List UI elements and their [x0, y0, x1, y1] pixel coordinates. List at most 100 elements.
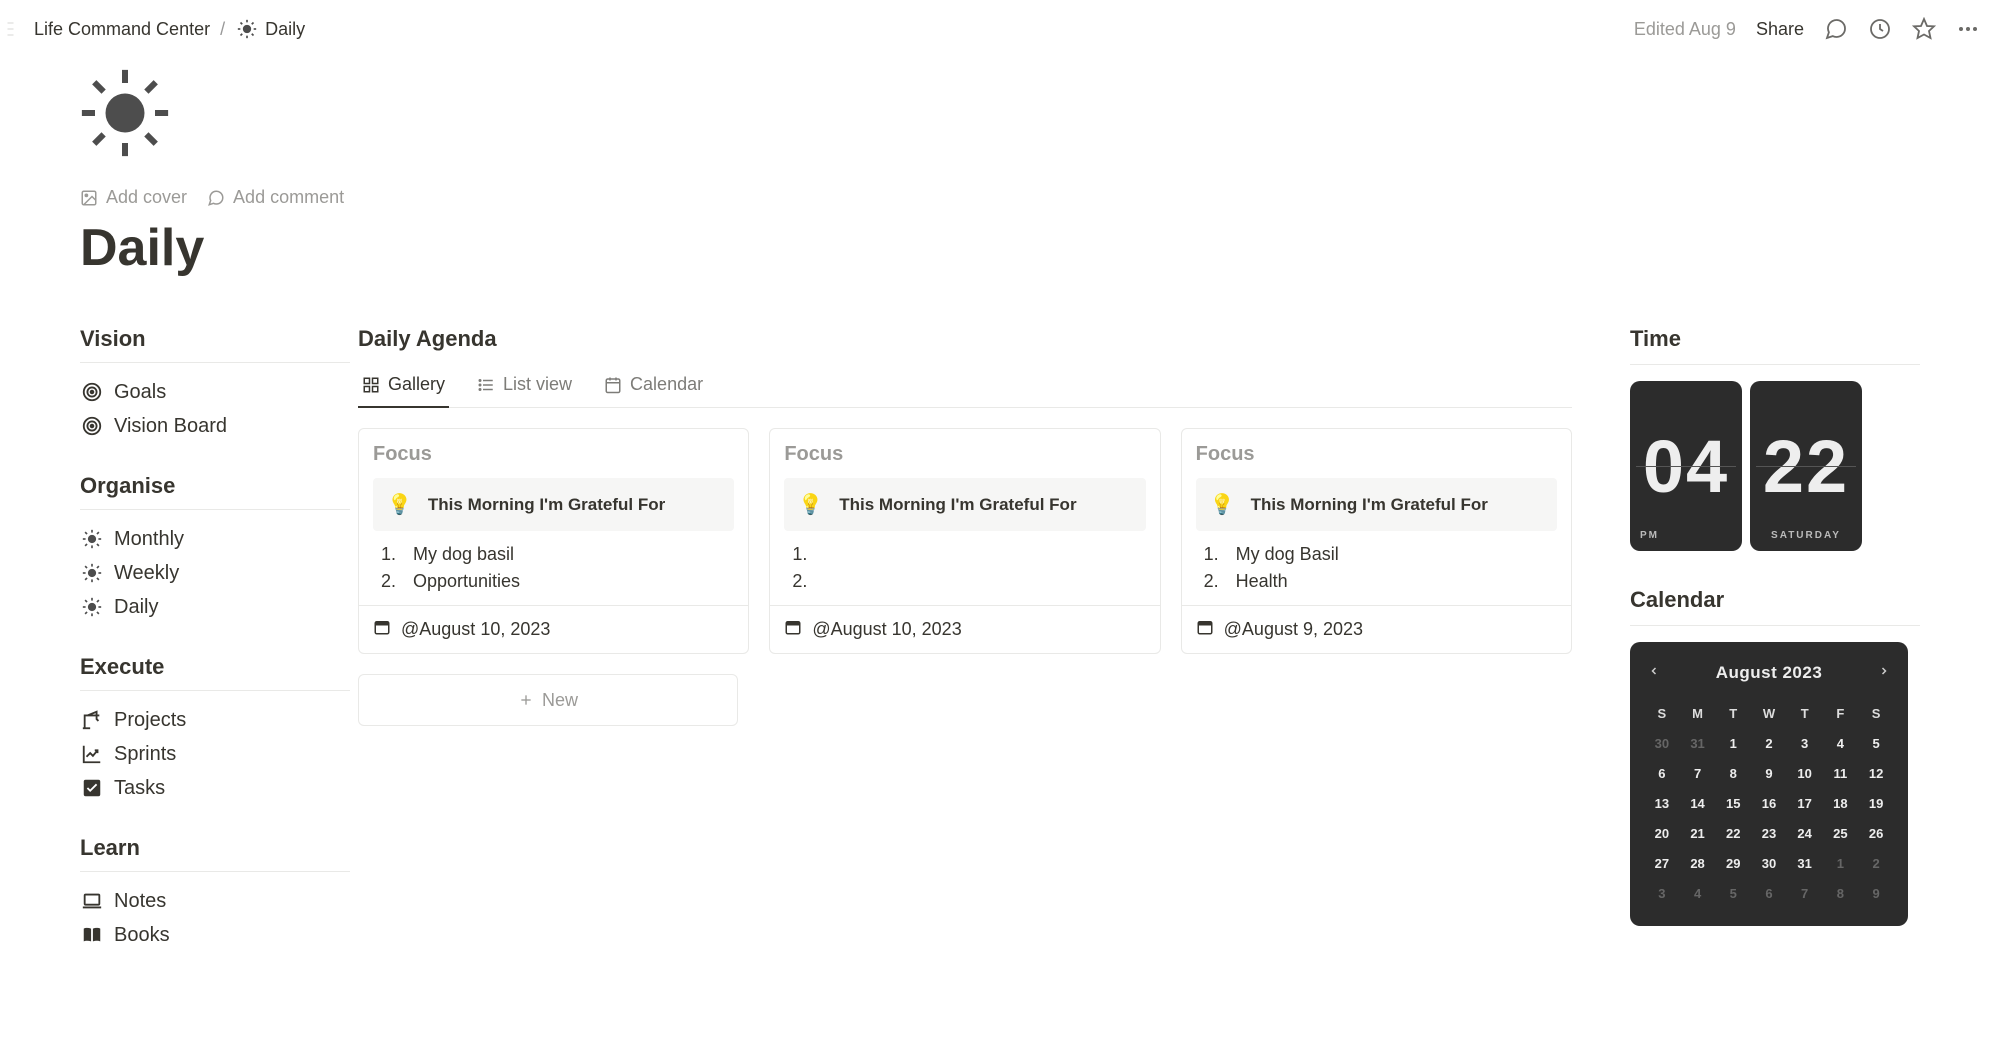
breadcrumb: Life Command Center / Daily — [6, 17, 305, 41]
card-focus-label: Focus — [784, 443, 1145, 466]
cal-day[interactable]: 19 — [1858, 788, 1894, 818]
cal-day[interactable]: 5 — [1858, 728, 1894, 758]
date-icon — [784, 618, 802, 641]
cal-day[interactable]: 28 — [1680, 848, 1716, 878]
more-icon[interactable] — [1956, 17, 1980, 41]
cal-day[interactable]: 2 — [1858, 848, 1894, 878]
cal-day[interactable]: 8 — [1823, 878, 1859, 908]
cal-prev-button[interactable] — [1644, 660, 1664, 686]
star-icon[interactable] — [1912, 17, 1936, 41]
nav-item-vision-board[interactable]: Vision Board — [80, 409, 350, 443]
nav-item-notes[interactable]: Notes — [80, 884, 350, 918]
cal-day[interactable]: 9 — [1751, 758, 1787, 788]
cal-day[interactable]: 30 — [1751, 848, 1787, 878]
card-date: @August 10, 2023 — [812, 619, 961, 640]
cal-day[interactable]: 3 — [1644, 878, 1680, 908]
cal-day[interactable]: 3 — [1787, 728, 1823, 758]
sidebar-toggle-icon[interactable] — [6, 20, 18, 38]
card-focus-label: Focus — [1196, 443, 1557, 466]
cal-day[interactable]: 5 — [1715, 878, 1751, 908]
card-date: @August 9, 2023 — [1224, 619, 1363, 640]
cal-dow: F — [1823, 698, 1859, 728]
cal-dow: M — [1680, 698, 1716, 728]
clock-ampm: PM — [1640, 530, 1659, 541]
cal-day[interactable]: 20 — [1644, 818, 1680, 848]
gallery-card[interactable]: Focus 💡 This Morning I'm Grateful For 1.… — [358, 428, 749, 654]
cal-day[interactable]: 4 — [1823, 728, 1859, 758]
cal-day[interactable]: 27 — [1644, 848, 1680, 878]
nav-item-daily[interactable]: Daily — [80, 590, 350, 624]
cal-day[interactable]: 29 — [1715, 848, 1751, 878]
nav-item-sprints[interactable]: Sprints — [80, 737, 350, 771]
cal-day[interactable]: 23 — [1751, 818, 1787, 848]
nav-item-goals[interactable]: Goals — [80, 375, 350, 409]
cal-day[interactable]: 14 — [1680, 788, 1716, 818]
nav-label: Vision Board — [114, 415, 227, 438]
list-number: 2. — [1204, 571, 1222, 592]
gallery-card[interactable]: Focus 💡 This Morning I'm Grateful For 1.… — [1181, 428, 1572, 654]
nav-item-weekly[interactable]: Weekly — [80, 556, 350, 590]
nav-label: Sprints — [114, 743, 176, 766]
page-title[interactable]: Daily — [80, 218, 1920, 278]
breadcrumb-parent[interactable]: Life Command Center — [34, 19, 210, 40]
cal-day[interactable]: 16 — [1751, 788, 1787, 818]
list-number: 1. — [792, 544, 810, 565]
cal-day[interactable]: 31 — [1787, 848, 1823, 878]
cal-day[interactable]: 21 — [1680, 818, 1716, 848]
cal-day[interactable]: 7 — [1680, 758, 1716, 788]
cal-day[interactable]: 31 — [1680, 728, 1716, 758]
add-comment-button[interactable]: Add comment — [207, 187, 344, 208]
new-card-button[interactable]: New — [358, 674, 738, 726]
tab-list-view[interactable]: List view — [473, 364, 576, 407]
add-cover-label: Add cover — [106, 187, 187, 208]
cal-day[interactable]: 11 — [1823, 758, 1859, 788]
sun-icon — [80, 595, 104, 619]
cal-day[interactable]: 26 — [1858, 818, 1894, 848]
comments-icon[interactable] — [1824, 17, 1848, 41]
tab-calendar[interactable]: Calendar — [600, 364, 707, 407]
cal-day[interactable]: 24 — [1787, 818, 1823, 848]
cal-day[interactable]: 18 — [1823, 788, 1859, 818]
topbar: Life Command Center / Daily Edited Aug 9… — [0, 0, 2000, 58]
tab-gallery[interactable]: Gallery — [358, 364, 449, 407]
gallery-card[interactable]: Focus 💡 This Morning I'm Grateful For 1.… — [769, 428, 1160, 654]
gallery-cards: Focus 💡 This Morning I'm Grateful For 1.… — [358, 428, 1572, 654]
cal-day[interactable]: 9 — [1858, 878, 1894, 908]
cal-day[interactable]: 1 — [1715, 728, 1751, 758]
cal-day[interactable]: 10 — [1787, 758, 1823, 788]
tab-label: Calendar — [630, 374, 703, 395]
clock-dow: SATURDAY — [1750, 530, 1862, 541]
nav-item-projects[interactable]: Projects — [80, 703, 350, 737]
nav-label: Daily — [114, 596, 158, 619]
flip-clock: 04 PM 22 SATURDAY — [1630, 381, 1920, 551]
nav-item-books[interactable]: Books — [80, 918, 350, 952]
cal-day[interactable]: 25 — [1823, 818, 1859, 848]
cal-day[interactable]: 15 — [1715, 788, 1751, 818]
nav-item-tasks[interactable]: Tasks — [80, 771, 350, 805]
add-cover-button[interactable]: Add cover — [80, 187, 187, 208]
cal-day[interactable]: 6 — [1644, 758, 1680, 788]
add-comment-label: Add comment — [233, 187, 344, 208]
cal-day[interactable]: 12 — [1858, 758, 1894, 788]
breadcrumb-current[interactable]: Daily — [265, 19, 305, 40]
nav-item-monthly[interactable]: Monthly — [80, 522, 350, 556]
share-button[interactable]: Share — [1756, 19, 1804, 40]
cal-day[interactable]: 2 — [1751, 728, 1787, 758]
cal-day[interactable]: 22 — [1715, 818, 1751, 848]
page-icon[interactable] — [80, 68, 1920, 163]
nav-title-execute: Execute — [80, 654, 350, 680]
cal-day[interactable]: 1 — [1823, 848, 1859, 878]
cal-day[interactable]: 8 — [1715, 758, 1751, 788]
cal-day[interactable]: 17 — [1787, 788, 1823, 818]
new-label: New — [542, 690, 578, 711]
cal-day[interactable]: 4 — [1680, 878, 1716, 908]
clock-icon[interactable] — [1868, 17, 1892, 41]
cal-next-button[interactable] — [1874, 660, 1894, 686]
book-icon — [80, 923, 104, 947]
card-footer: @August 10, 2023 — [359, 605, 748, 653]
cal-dow: S — [1858, 698, 1894, 728]
cal-day[interactable]: 7 — [1787, 878, 1823, 908]
cal-day[interactable]: 13 — [1644, 788, 1680, 818]
cal-day[interactable]: 6 — [1751, 878, 1787, 908]
cal-day[interactable]: 30 — [1644, 728, 1680, 758]
